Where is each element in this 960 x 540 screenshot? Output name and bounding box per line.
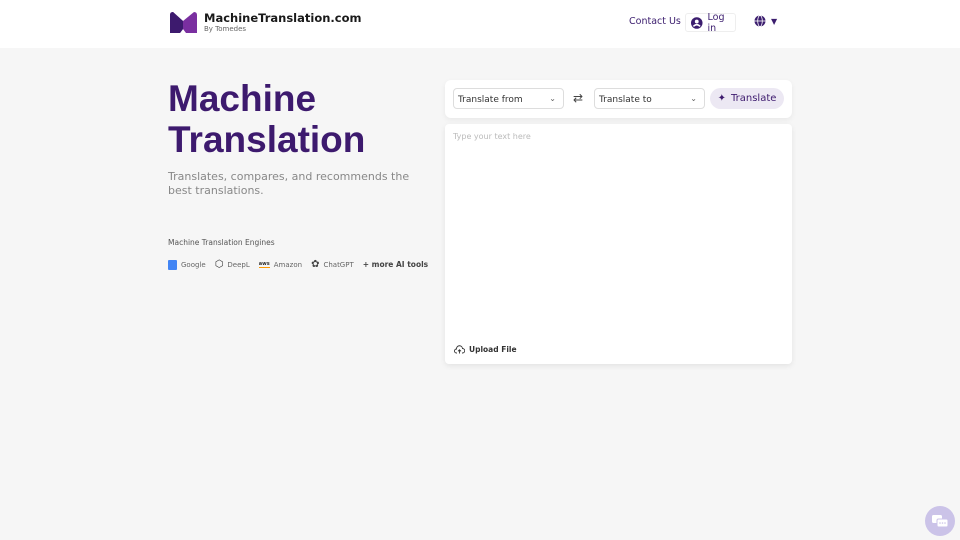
- page-subtitle: Translates, compares, and recommends the…: [168, 170, 410, 197]
- logo-icon[interactable]: [170, 12, 197, 33]
- brand-byline: By Tomedes: [204, 25, 247, 33]
- chat-bubbles-icon: [932, 514, 948, 527]
- globe-icon: [754, 15, 766, 27]
- engine-chatgpt: ✿ ChatGPT: [311, 259, 354, 270]
- language-selector[interactable]: ▼: [754, 15, 777, 27]
- engine-list: Google ⬡ DeepL aws Amazon ✿ ChatGPT + more …: [168, 259, 428, 270]
- target-language-select[interactable]: Translate to ⌄: [594, 88, 705, 109]
- login-label: Log in: [707, 11, 725, 34]
- login-button[interactable]: Log in: [685, 11, 736, 34]
- source-text-panel: Upload File: [445, 124, 792, 364]
- engine-google: Google: [168, 259, 206, 270]
- brand-name[interactable]: MachineTranslation.com: [204, 11, 361, 25]
- translate-toolbar: Translate from ⌄ ⇄ Translate to ⌄ ✦ Transla…: [445, 80, 792, 118]
- source-text-input[interactable]: [445, 124, 792, 324]
- aws-icon: aws: [258, 261, 270, 268]
- cloud-upload-icon: [454, 345, 465, 354]
- chat-widget-button[interactable]: [925, 506, 955, 536]
- more-ai-tools-link[interactable]: + more AI tools: [363, 260, 428, 269]
- engine-amazon: aws Amazon: [258, 260, 303, 269]
- chevron-down-icon: ⌄: [690, 94, 697, 103]
- swap-languages-icon[interactable]: ⇄: [573, 91, 583, 105]
- engine-deepl: ⬡ DeepL: [214, 259, 250, 270]
- sparkle-icon: ✦: [717, 93, 726, 104]
- contact-us-link[interactable]: Contact Us: [629, 16, 681, 27]
- translate-button[interactable]: ✦ Translate: [710, 88, 784, 109]
- page-title: Machine Translation: [168, 78, 366, 160]
- caret-down-icon: ▼: [771, 16, 778, 26]
- google-translate-icon: [168, 259, 177, 270]
- engines-heading: Machine Translation Engines: [168, 238, 275, 247]
- upload-file-button[interactable]: Upload File: [454, 345, 517, 354]
- openai-icon: ✿: [311, 259, 320, 270]
- top-nav: MachineTranslation.com By Tomedes Contac…: [0, 0, 960, 48]
- user-icon: [691, 16, 703, 29]
- source-language-select[interactable]: Translate from ⌄: [453, 88, 564, 109]
- chevron-down-icon: ⌄: [549, 94, 556, 103]
- deepl-icon: ⬡: [214, 259, 224, 270]
